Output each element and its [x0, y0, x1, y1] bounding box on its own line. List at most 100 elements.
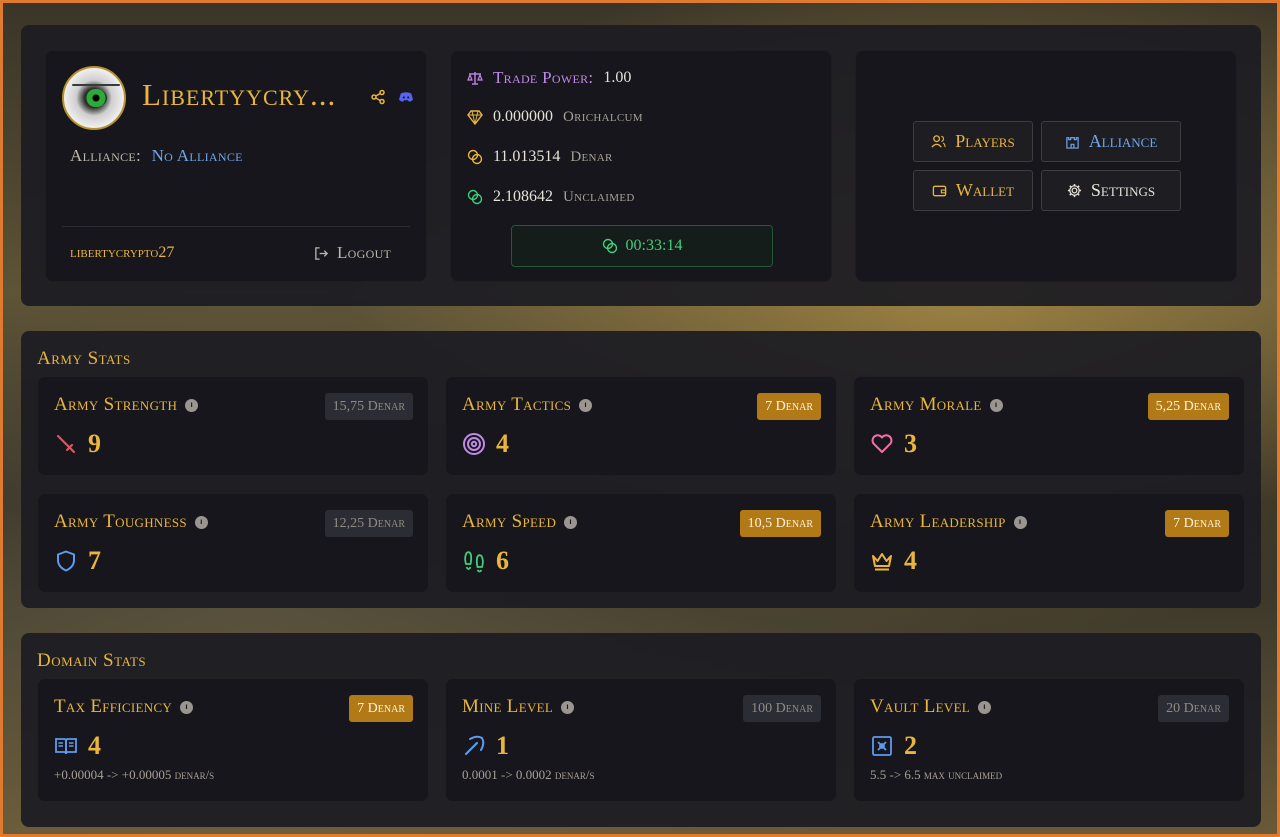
gear-icon [1067, 183, 1081, 198]
orichalcum-value: 0.000000 [493, 108, 553, 125]
stat-card-army-speed: Army Speed i 10,5 Denar 6 [445, 493, 837, 593]
stat-value: 9 [88, 429, 101, 458]
stat-name: Mine Level [462, 696, 554, 717]
info-icon[interactable]: i [194, 515, 208, 529]
upgrade-cost-button[interactable]: 15,75 Denar [324, 393, 413, 420]
stat-value: 7 [88, 546, 101, 575]
settings-label: Settings [1090, 180, 1156, 200]
stat-title: Army Strength i [54, 394, 199, 416]
stat-value-row: 7 [54, 546, 101, 576]
stat-card-army-strength: Army Strength i 15,75 Denar 9 [37, 376, 429, 476]
denar-row: 11.013514 Denar [467, 148, 613, 166]
sword-icon [56, 434, 76, 454]
alliance-link[interactable]: No Alliance [152, 146, 243, 165]
pickaxe-icon [464, 735, 485, 756]
stat-value-row: 9 [54, 429, 101, 459]
stat-description: 5.5 -> 6.5 max unclaimed [870, 767, 1003, 782]
upgrade-cost-button[interactable]: 7 Denar [349, 695, 413, 722]
castle-icon [1065, 137, 1079, 149]
claim-timer: 00:33:14 [625, 237, 683, 254]
upgrade-cost-button[interactable]: 5,25 Denar [1147, 393, 1229, 420]
avatar[interactable] [62, 66, 126, 130]
domain-stats-title: Domain Stats [37, 650, 147, 671]
trade-power-label: Trade Power: [493, 68, 594, 87]
alliance-label-nav: Alliance [1088, 131, 1158, 151]
upgrade-cost-button[interactable]: 10,5 Denar [739, 510, 821, 537]
stat-name: Army Strength [54, 394, 178, 415]
army-stats-title: Army Stats [37, 348, 131, 369]
stat-name: Army Morale [870, 394, 982, 415]
alliance-button[interactable]: Alliance [1041, 121, 1181, 162]
stat-name: Army Tactics [462, 394, 572, 415]
stat-value: 4 [496, 429, 509, 458]
logout-label: Logout [337, 243, 392, 262]
logout-button[interactable]: Logout [314, 243, 391, 263]
info-icon[interactable]: i [579, 398, 593, 412]
wallet-button[interactable]: Wallet [913, 170, 1033, 211]
book-icon [55, 738, 77, 755]
trade-power-value: 1.00 [603, 69, 632, 86]
stat-title: Army Toughness i [54, 511, 208, 533]
stat-value-row: 4 [462, 429, 509, 459]
stat-card-vault-level: Vault Level i 20 Denar 2 5.5 -> 6.5 max u… [853, 678, 1245, 802]
stat-name: Army Leadership [870, 511, 1006, 532]
profile-card: Libertyycry... Alliance: No Alliance lib… [45, 50, 427, 282]
stat-title: Army Tactics i [462, 394, 593, 416]
info-icon[interactable]: i [989, 398, 1003, 412]
trade-power-row: Trade Power: 1.00 [467, 68, 631, 88]
info-icon[interactable]: i [1013, 515, 1027, 529]
stat-name: Vault Level [870, 696, 971, 717]
stat-value-row: 2 [870, 731, 917, 761]
stat-card-mine-level: Mine Level i 100 Denar 1 0.0001 -> 0.0002… [445, 678, 837, 802]
discord-icon[interactable] [399, 90, 413, 104]
upgrade-cost-button[interactable]: 20 Denar [1158, 695, 1229, 722]
share-icon[interactable] [370, 89, 386, 105]
stat-value: 4 [904, 546, 917, 575]
upgrade-cost-button[interactable]: 100 Denar [743, 695, 821, 722]
claim-timer-button[interactable]: 00:33:14 [511, 225, 773, 267]
stat-value-row: 1 [462, 731, 509, 761]
stat-card-army-tactics: Army Tactics i 7 Denar 4 [445, 376, 837, 476]
denar-value: 11.013514 [493, 148, 561, 165]
stat-value: 3 [904, 429, 917, 458]
info-icon[interactable]: i [561, 700, 575, 714]
stat-value-row: 4 [870, 546, 917, 576]
orichalcum-unit: Orichalcum [563, 108, 643, 125]
username: Libertyycry... [142, 77, 337, 112]
stat-name: Army Speed [462, 511, 557, 532]
info-icon[interactable]: i [978, 700, 992, 714]
unclaimed-value: 2.108642 [493, 188, 553, 205]
divider [62, 226, 410, 227]
nav-card: Players Alliance Wallet Settings [855, 50, 1237, 282]
upgrade-cost-button[interactable]: 7 Denar [1165, 510, 1229, 537]
shield-icon [57, 550, 75, 572]
info-icon[interactable]: i [564, 515, 578, 529]
stat-card-army-toughness: Army Toughness i 12,25 Denar 7 [37, 493, 429, 593]
info-icon[interactable]: i [180, 700, 194, 714]
info-icon[interactable]: i [185, 398, 199, 412]
unclaimed-row: 2.108642 Unclaimed [467, 188, 635, 206]
stat-card-army-leadership: Army Leadership i 7 Denar 4 [853, 493, 1245, 593]
settings-button[interactable]: Settings [1041, 170, 1181, 211]
heart-icon [871, 434, 893, 453]
alliance-row: Alliance: No Alliance [70, 146, 243, 166]
crown-icon [872, 553, 892, 571]
orichalcum-row: 0.000000 Orichalcum [467, 108, 643, 126]
upgrade-cost-button[interactable]: 12,25 Denar [324, 510, 413, 537]
stat-value: 6 [496, 546, 509, 575]
coins-icon [602, 238, 617, 254]
stat-value: 1 [496, 731, 509, 760]
gem-icon [467, 110, 483, 125]
logout-icon [315, 246, 329, 260]
top-panel: Libertyycry... Alliance: No Alliance lib… [21, 25, 1261, 306]
unclaimed-unit: Unclaimed [563, 188, 635, 205]
eyelid [72, 84, 120, 86]
stat-value: 4 [88, 731, 101, 760]
upgrade-cost-button[interactable]: 7 Denar [757, 393, 821, 420]
army-stats-section: Army Stats Army Strength i 15,75 Denar 9 … [21, 331, 1261, 608]
footprints-icon [464, 551, 484, 573]
coins-icon [467, 149, 483, 165]
stat-card-army-morale: Army Morale i 5,25 Denar 3 [853, 376, 1245, 476]
users-icon [931, 135, 946, 148]
players-button[interactable]: Players [913, 121, 1033, 162]
